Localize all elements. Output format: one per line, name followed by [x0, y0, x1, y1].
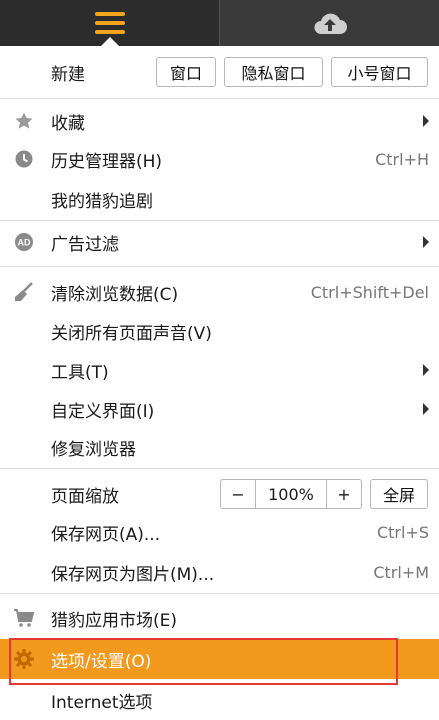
save-page-label: 保存网页(A)...	[51, 524, 161, 545]
repair-label: 修复浏览器	[51, 439, 136, 460]
menu-header	[0, 0, 439, 46]
separator	[0, 98, 439, 99]
new-row: 新建 窗口 隐私窗口 小号窗口	[0, 52, 439, 92]
menu-item-favorites[interactable]: 收藏	[0, 101, 439, 141]
save-page-shortcut: Ctrl+S	[376, 522, 429, 542]
menu-item-adblock[interactable]: AD 广告过滤	[0, 222, 439, 262]
cart-icon	[13, 607, 35, 629]
new-label: 新建	[51, 64, 85, 85]
cloud-tab[interactable]	[219, 0, 439, 46]
hamburger-icon	[94, 12, 125, 34]
menu-item-save-page[interactable]: 保存网页(A)... Ctrl+S	[0, 512, 439, 552]
star-icon	[13, 110, 35, 132]
save-image-shortcut: Ctrl+M	[373, 562, 429, 582]
menu-item-save-image[interactable]: 保存网页为图片(M)... Ctrl+M	[0, 552, 439, 592]
submenu-arrow-icon	[423, 364, 429, 376]
zoom-label: 页面缩放	[51, 486, 119, 507]
main-menu-tab[interactable]	[0, 0, 219, 46]
clear-data-shortcut: Ctrl+Shift+Del	[310, 282, 429, 302]
zoom-in-button[interactable]: +	[327, 480, 361, 508]
cloud-upload-icon	[312, 10, 348, 36]
tools-label: 工具(T)	[51, 362, 109, 383]
app-market-label: 猎豹应用市场(E)	[51, 610, 178, 631]
internet-options-label: Internet选项	[51, 692, 153, 713]
zoom-value: 100%	[255, 480, 327, 508]
customize-label: 自定义界面(I)	[51, 401, 155, 422]
submenu-arrow-icon	[423, 403, 429, 415]
zoom-row: 页面缩放 − 100% + 全屏	[0, 474, 439, 514]
menu-item-tools[interactable]: 工具(T)	[0, 350, 439, 390]
menu-item-mute-all[interactable]: 关闭所有页面声音(V)	[0, 311, 439, 351]
adblock-label: 广告过滤	[51, 234, 119, 255]
new-private-window-button[interactable]: 隐私窗口	[224, 57, 323, 87]
submenu-arrow-icon	[423, 115, 429, 127]
zoom-out-button[interactable]: −	[221, 480, 255, 508]
menu-caret	[100, 37, 119, 46]
menu-item-drama[interactable]: 我的猎豹追剧	[0, 179, 439, 219]
mute-label: 关闭所有页面声音(V)	[51, 323, 212, 344]
fullscreen-button[interactable]: 全屏	[370, 479, 428, 509]
new-alt-window-button[interactable]: 小号窗口	[331, 57, 428, 87]
menu-item-history[interactable]: 历史管理器(H) Ctrl+H	[0, 139, 439, 179]
separator	[0, 593, 439, 594]
drama-label: 我的猎豹追剧	[51, 191, 153, 212]
separator	[0, 220, 439, 221]
favorites-label: 收藏	[51, 113, 85, 134]
broom-icon	[13, 281, 35, 303]
menu-item-customize[interactable]: 自定义界面(I)	[0, 389, 439, 429]
ad-block-icon: AD	[13, 231, 35, 253]
clock-icon	[13, 148, 35, 170]
menu-item-internet-options[interactable]: Internet选项	[0, 680, 439, 720]
separator	[0, 266, 439, 267]
menu-item-repair[interactable]: 修复浏览器	[0, 427, 439, 467]
save-image-label: 保存网页为图片(M)...	[51, 564, 215, 585]
svg-text:AD: AD	[18, 238, 31, 248]
separator	[0, 468, 439, 469]
history-label: 历史管理器(H)	[51, 151, 163, 172]
menu-item-clear-data[interactable]: 清除浏览数据(C) Ctrl+Shift+Del	[0, 272, 439, 312]
menu-item-settings[interactable]: 选项/设置(O)	[0, 639, 439, 679]
history-shortcut: Ctrl+H	[375, 149, 429, 169]
new-window-button[interactable]: 窗口	[156, 57, 216, 87]
clear-data-label: 清除浏览数据(C)	[51, 284, 179, 305]
menu-item-app-market[interactable]: 猎豹应用市场(E)	[0, 598, 439, 638]
gear-icon	[13, 648, 35, 670]
submenu-arrow-icon	[423, 236, 429, 248]
zoom-control: − 100% +	[220, 479, 362, 509]
settings-label: 选项/设置(O)	[51, 651, 152, 672]
